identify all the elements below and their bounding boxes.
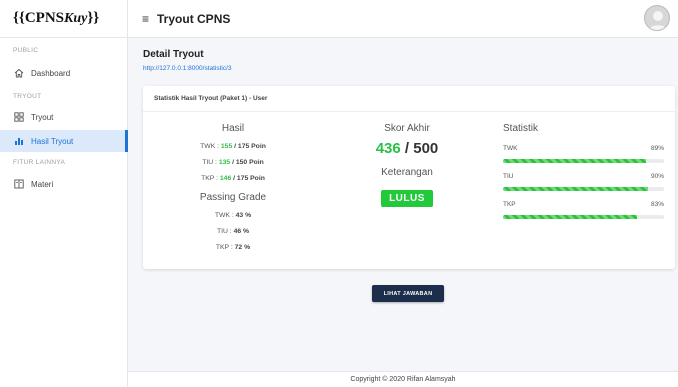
keterangan-heading: Keterangan: [381, 167, 433, 178]
passing-grade-heading: Passing Grade: [199, 192, 267, 203]
brand-suffix: }}: [87, 10, 100, 26]
page-title: Detail Tryout: [143, 49, 204, 60]
progress-fill: [503, 187, 648, 191]
passing-row-tiu: TIU : 46 %: [216, 228, 250, 235]
hasil-row-twk: TWK : 155 / 175 Poin: [200, 143, 266, 150]
top-bar: ≡ Tryout CPNS: [128, 0, 678, 38]
hasil-row-tiu: TIU : 135 / 150 Poin: [202, 159, 264, 166]
progress-fill: [503, 215, 637, 219]
sidebar-item-label: Tryout: [31, 112, 54, 122]
statistik-heading: Statistik: [503, 123, 539, 134]
progress-bar-tkp: [503, 215, 664, 219]
result-card: Statistik Hasil Tryout (Paket 1) - User …: [143, 86, 675, 269]
section-fitur-lainnya: FITUR LAINNYA: [13, 159, 66, 166]
sidebar-item-label: Materi: [31, 179, 54, 189]
sidebar-item-hasil-tryout[interactable]: Hasil Tryout: [0, 130, 128, 152]
home-icon: [14, 68, 24, 78]
section-public: PUBLIC: [13, 47, 39, 54]
hasil-heading: Hasil: [221, 123, 245, 134]
chart-icon: [14, 136, 24, 146]
stat-row-tiu: TIU 90%: [503, 173, 664, 191]
sidebar-item-tryout[interactable]: Tryout: [0, 106, 128, 128]
menu-icon[interactable]: ≡: [142, 12, 149, 26]
progress-bar-tiu: [503, 187, 664, 191]
sidebar-item-materi[interactable]: Materi: [0, 173, 128, 195]
skor-akhir-value: 436 / 500: [375, 140, 439, 157]
progress-bar-twk: [503, 159, 664, 163]
grid-icon: [14, 112, 24, 122]
brand-script: Kuy: [64, 10, 88, 26]
lihat-jawaban-button[interactable]: LIHAT JAWABAN: [372, 285, 444, 302]
progress-fill: [503, 159, 647, 163]
skor-akhir-heading: Skor Akhir: [384, 123, 430, 134]
hasil-row-tkp: TKP : 146 / 175 Poin: [201, 175, 265, 182]
passing-row-twk: TWK : 43 %: [214, 212, 252, 219]
page-url-link[interactable]: http://127.0.0.1:8000/statistic/3: [143, 65, 232, 72]
passing-row-tkp: TKP : 72 %: [215, 244, 251, 251]
card-title: Statistik Hasil Tryout (Paket 1) - User: [143, 86, 675, 112]
avatar[interactable]: [644, 5, 670, 31]
book-icon: [14, 179, 24, 189]
brand-logo[interactable]: {{CPNS Kuy}}: [0, 0, 127, 38]
stat-row-tkp: TKP 83%: [503, 201, 664, 219]
footer: Copyright © 2020 Rifan Alamsyah: [128, 371, 678, 387]
brand-prefix: {{CPNS: [13, 10, 64, 26]
sidebar-item-dashboard[interactable]: Dashboard: [0, 62, 128, 84]
sidebar: {{CPNS Kuy}} PUBLIC Dashboard TRYOUT Try…: [0, 0, 128, 387]
sidebar-item-label: Hasil Tryout: [31, 136, 74, 146]
sidebar-item-label: Dashboard: [31, 68, 71, 78]
status-badge: LULUS: [381, 190, 433, 207]
stat-row-twk: TWK 89%: [503, 145, 664, 163]
section-tryout: TRYOUT: [13, 93, 42, 100]
app-title: Tryout CPNS: [157, 11, 231, 26]
